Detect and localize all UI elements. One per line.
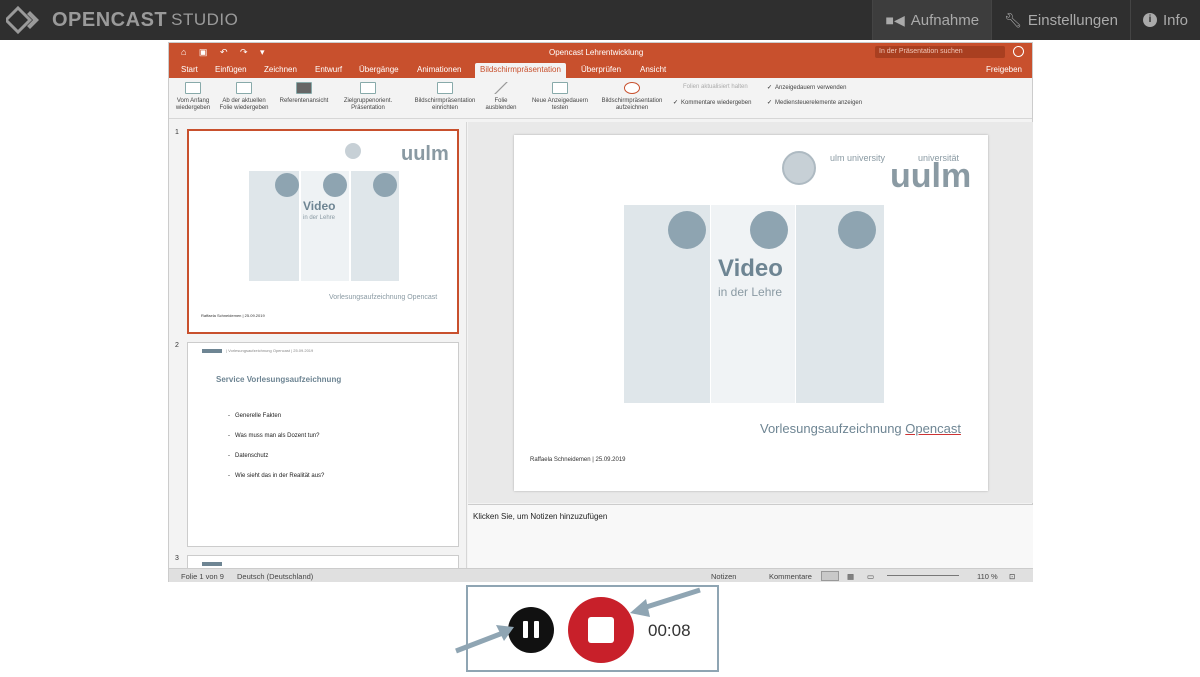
timer-icon — [552, 82, 568, 94]
zoom-slider — [887, 575, 959, 576]
ppt-tab: Ansicht — [640, 65, 667, 74]
ribbon-custom: Zielgruppenorient. Präsentation — [339, 82, 397, 112]
uulm-logo: uulm — [890, 157, 972, 195]
brand: OPENCAST STUDIO — [6, 0, 238, 40]
ribbon-record: Bildschirmpräsentation aufzeichnen — [595, 82, 669, 112]
status-slide-of: Folie 1 von 9 — [181, 572, 224, 581]
hide-slide-icon — [493, 82, 509, 94]
normal-view-icon — [821, 571, 839, 581]
slide-editor: ulm university universität uulm Video in… — [468, 122, 1033, 503]
slide-number: 3 — [175, 555, 179, 562]
nav-info[interactable]: i Info — [1129, 0, 1200, 40]
ppt-tab: Entwurf — [315, 65, 343, 74]
ppt-titlebar: ⌂ ▣ ↶ ↷ ▾ Opencast Lehrentwicklung In de… — [169, 43, 1032, 62]
thumbnail-slide-2: | Vorlesungsaufzeichnung Opencast | 25.0… — [187, 342, 459, 547]
check-icon: ✓ — [767, 100, 773, 106]
ppt-tab: Überprüfen — [581, 65, 622, 74]
chk-play-comments: ✓ Kommentare wiedergeben — [673, 100, 752, 106]
screen-preview: ⌂ ▣ ↶ ↷ ▾ Opencast Lehrentwicklung In de… — [168, 42, 1033, 582]
record-icon — [624, 82, 640, 94]
ppt-tab: Animationen — [417, 65, 462, 74]
slide-subtitle: Vorlesungsaufzeichnung Opencast — [329, 294, 438, 301]
info-icon: i — [1142, 13, 1157, 27]
ribbon-rehearse: Neue Anzeigedauern testen — [527, 82, 593, 112]
setup-icon — [437, 82, 453, 94]
presenter-icon — [296, 82, 312, 94]
brand-name: OPENCAST — [52, 8, 168, 31]
search-placeholder: In der Präsentation suchen — [879, 48, 963, 55]
slide2-header: | Vorlesungsaufzeichnung Opencast | 25.0… — [226, 348, 314, 353]
current-slide: ulm university universität uulm Video in… — [514, 135, 988, 491]
status-zoom: 110 % — [977, 572, 998, 581]
thumbnail-slide-3 — [187, 555, 459, 568]
smiley-icon — [1013, 46, 1024, 57]
uulm-logo: uulm — [401, 143, 449, 165]
ppt-ribbon: Vom Anfang wiedergeben Ab der aktuellen Fo… — [169, 78, 1032, 119]
app-header: OPENCAST STUDIO ■◀ Aufnahme 🔧︎ Einstellu… — [0, 0, 1200, 40]
slide-lehre-text: in der Lehre — [718, 285, 783, 299]
ppt-ribbon-tabs: Start Einfügen Zeichnen Entwurf Übergäng… — [169, 62, 1032, 78]
slide-subtitle: Vorlesungsaufzeichnung Opencast — [760, 421, 961, 436]
status-language: Deutsch (Deutschland) — [237, 572, 314, 581]
slide-video-text: Video — [303, 199, 336, 213]
ppt-doc-title: Opencast Lehrentwicklung — [549, 48, 644, 57]
slide-author: Raffaela Schneidemen | 25.09.2019 — [530, 457, 626, 463]
slide-lehre-text: in der Lehre — [303, 215, 336, 221]
ppt-tab: Zeichnen — [264, 65, 297, 74]
uni-seal-icon — [782, 151, 816, 185]
slide2-bullets: - Generelle Fakten - Was muss man als Do… — [228, 413, 325, 479]
nav-label: Aufnahme — [910, 11, 980, 29]
ppt-tab-selected: Bildschirmpräsentation — [475, 63, 566, 78]
uni-small-text: ulm university — [830, 153, 886, 163]
brand-sub: STUDIO — [171, 10, 239, 29]
thumbnail-slide-1: Video in der Lehre uulm Vorlesungsaufzei… — [187, 129, 459, 334]
nav-label: Einstellungen — [1027, 11, 1118, 29]
nav-label: Info — [1162, 11, 1188, 29]
nav-aufnahme[interactable]: ■◀ Aufnahme — [872, 0, 992, 40]
ppt-tab: Start — [181, 65, 198, 74]
ribbon-presenter: Referentenansicht — [275, 82, 333, 105]
video-camera-icon: ■◀ — [885, 11, 905, 28]
ribbon-from-current: Ab der aktuellen Folie wiedergeben — [215, 82, 273, 112]
uni-seal-icon — [345, 143, 361, 159]
slide2-title: Service Vorlesungsaufzeichnung — [216, 375, 342, 384]
ppt-statusbar: Folie 1 von 9 Deutsch (Deutschland) Noti… — [169, 568, 1033, 582]
notes-placeholder: Klicken Sie, um Notizen hinzuzufügen — [473, 512, 608, 521]
reading-view-icon: ▭ — [867, 572, 875, 581]
top-nav: ■◀ Aufnahme 🔧︎ Einstellungen i Info — [872, 0, 1200, 40]
ppt-search: In der Präsentation suchen — [875, 46, 1005, 58]
ribbon-setup: Bildschirmpräsentation einrichten — [407, 82, 483, 112]
slide-number: 2 — [175, 342, 179, 349]
slide-video-text: Video — [718, 255, 783, 282]
annotation-arrows — [455, 587, 701, 654]
status-comments: Kommentare — [769, 572, 812, 581]
check-icon: ✓ — [673, 100, 679, 106]
quick-access-icons: ⌂ ▣ ↶ ↷ ▾ — [181, 47, 270, 57]
chk-media-controls: ✓ Mediensteuerelemente anzeigen — [767, 100, 863, 106]
chk-keep-updated: Folien aktualisiert halten — [683, 84, 748, 90]
nav-einstellungen[interactable]: 🔧︎ Einstellungen — [991, 0, 1130, 40]
slideshow-icon — [185, 82, 201, 94]
slideshow-icon — [236, 82, 252, 94]
chk-use-timings: ✓ Anzeigedauern verwenden — [767, 85, 847, 91]
slide-thumbnails: 1 Video in der Lehre uulm Vorlesungsaufz… — [169, 122, 467, 568]
ppt-tab: Einfügen — [215, 65, 247, 74]
ribbon-hide: Folie ausblenden — [481, 82, 521, 112]
wrench-icon: 🔧︎ — [1004, 11, 1022, 28]
custom-show-icon — [360, 82, 376, 94]
slide-author: Raffaela Schneidemen | 25.09.2019 — [201, 313, 265, 318]
fit-window-icon: ⊡ — [1009, 572, 1016, 581]
ribbon-from-start: Vom Anfang wiedergeben — [173, 82, 213, 112]
slide-number: 1 — [175, 129, 179, 136]
grid-view-icon: ▦ — [847, 572, 855, 581]
ppt-share: Freigeben — [985, 65, 1022, 74]
notes-pane: Klicken Sie, um Notizen hinzuzufügen — [468, 504, 1033, 568]
status-notes: Notizen — [711, 572, 737, 581]
opencast-logo-icon — [6, 5, 39, 35]
check-icon: ✓ — [767, 85, 773, 91]
ppt-tab: Übergänge — [359, 65, 399, 74]
